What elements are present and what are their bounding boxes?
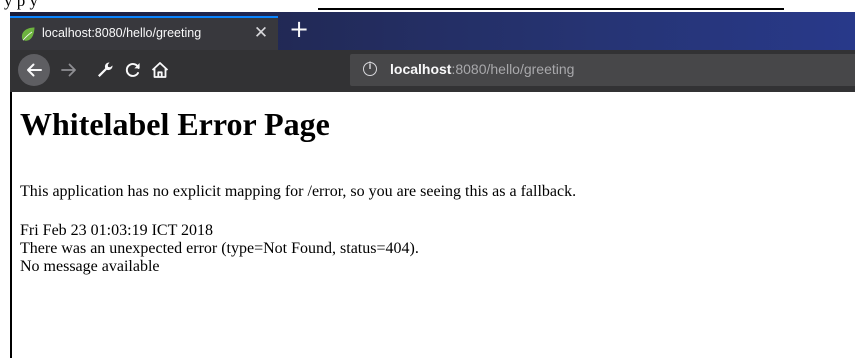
tab-title: localhost:8080/hello/greeting xyxy=(42,26,202,40)
wrench-icon[interactable] xyxy=(95,60,115,80)
reload-icon[interactable] xyxy=(123,60,143,80)
top-clipped-text-strip: y p y xyxy=(0,0,855,12)
url-path: :8080/hello/greeting xyxy=(451,61,575,77)
page-title: Whitelabel Error Page xyxy=(20,106,330,142)
error-details: There was an unexpected error (type=Not … xyxy=(20,240,419,257)
arrow-left-icon xyxy=(27,63,42,77)
clipped-text-underline xyxy=(318,8,784,10)
new-tab-button[interactable]: + xyxy=(286,16,312,42)
error-mapping-message: This application has no explicit mapping… xyxy=(20,183,577,200)
error-message: No message available xyxy=(20,258,160,275)
navigation-toolbar: i localhost:8080/hello/greeting xyxy=(10,50,855,92)
page-content: Whitelabel Error Page This application h… xyxy=(10,92,855,358)
spring-leaf-icon xyxy=(21,27,35,41)
address-bar[interactable]: i localhost:8080/hello/greeting xyxy=(350,54,855,86)
url-text[interactable]: localhost:8080/hello/greeting xyxy=(390,61,574,77)
tab-bar: localhost:8080/hello/greeting ✕ + xyxy=(10,12,855,50)
url-host: localhost xyxy=(390,61,452,77)
error-timestamp: Fri Feb 23 01:03:19 ICT 2018 xyxy=(20,222,214,239)
forward-arrow-icon[interactable] xyxy=(60,61,78,79)
clipped-text-fragment: y p y xyxy=(4,0,38,10)
tab-greeting[interactable]: localhost:8080/hello/greeting ✕ xyxy=(10,16,278,50)
home-icon[interactable] xyxy=(150,60,170,80)
browser-chrome: localhost:8080/hello/greeting ✕ + i loca… xyxy=(10,12,855,92)
info-icon[interactable]: i xyxy=(363,61,377,76)
back-button[interactable] xyxy=(18,54,50,86)
tab-close-icon[interactable]: ✕ xyxy=(252,22,270,44)
